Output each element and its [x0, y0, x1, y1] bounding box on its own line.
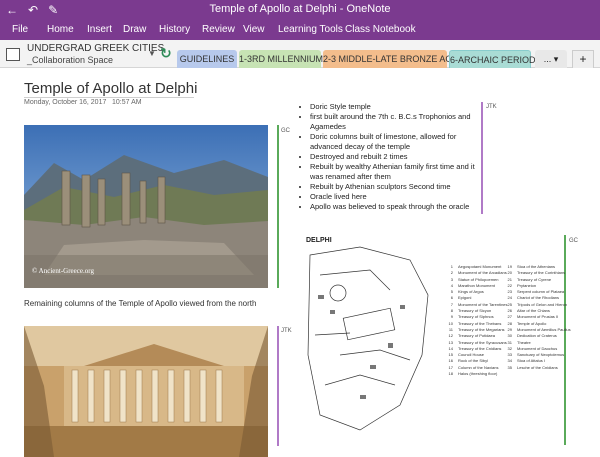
list-item[interactable]: Oracle lived here [310, 192, 480, 202]
tab-insert[interactable]: Insert [87, 24, 112, 35]
site-plan-drawing [300, 235, 440, 441]
window-title: Temple of Apollo at Delphi - OneNote [209, 3, 391, 15]
title-underline [24, 97, 194, 98]
page-date: Monday, October 16, 2017 [24, 99, 107, 106]
ribbon-tabs: File Home Insert Draw History Review Vie… [0, 20, 600, 40]
page-title[interactable]: Temple of Apollo at Delphi [24, 80, 197, 97]
list-item[interactable]: Doric columns built of limestone, allowe… [310, 132, 480, 152]
photo-watermark: © Ancient-Greece.org [32, 267, 94, 275]
list-item[interactable]: Rebuilt by Athenian sculptors Second tim… [310, 182, 480, 192]
page-time: 10:57 AM [112, 99, 142, 106]
notes-list[interactable]: Doric Style temple first built around th… [300, 102, 480, 212]
author-tag-gc: GC [281, 128, 290, 134]
tab-draw[interactable]: Draw [123, 24, 146, 35]
section-tab-1-3rd-millennium[interactable]: 1-3RD MILLENNIUM [239, 50, 323, 68]
add-section-button[interactable]: + [572, 50, 594, 68]
map-title: DELPHI [306, 237, 332, 244]
more-sections-button[interactable]: ... ▾ [535, 50, 567, 68]
legend-item: Halos (threshing floor) [458, 371, 498, 377]
more-sections-label: ... [543, 54, 552, 64]
author-tag-jtk-notes: JTK [486, 104, 497, 110]
list-item[interactable]: Doric Style temple [310, 102, 480, 112]
list-item[interactable]: first built around the 7th c. B.C.s Trop… [310, 112, 480, 132]
map-legend-left: 1 Aegospotami Monument 2 Monument of the A… [448, 264, 508, 377]
tab-home[interactable]: Home [47, 24, 74, 35]
author-bar-gc [277, 125, 279, 288]
author-tag-jtk: JTK [281, 328, 292, 334]
page-canvas[interactable]: Temple of Apollo at Delphi Monday, Octob… [0, 68, 600, 457]
tab-review[interactable]: Review [202, 24, 235, 35]
notebook-name[interactable]: UNDERGRAD GREEK CITIES [27, 43, 164, 54]
reconstruction-image [24, 326, 268, 457]
title-bar: ← ↶ ✎ Temple of Apollo at Delphi - OneNo… [0, 0, 600, 20]
section-tab-archaic-period[interactable]: 6-ARCHAIC PERIOD [449, 50, 536, 68]
list-item[interactable]: Destroyed and rebuilt 2 times [310, 152, 480, 162]
tab-view[interactable]: View [243, 24, 265, 35]
tab-learning-tools[interactable]: Learning Tools [278, 24, 343, 35]
section-tab-guidelines[interactable]: GUIDELINES [177, 50, 237, 68]
tab-class-notebook[interactable]: Class Notebook [345, 24, 416, 35]
section-group-name[interactable]: _Collaboration Space [27, 55, 113, 65]
photo-caption[interactable]: Remaining columns of the Temple of Apoll… [24, 299, 256, 308]
author-bar-jtk [277, 326, 279, 446]
legend-item: Lesche of the Cnidians [517, 364, 558, 370]
chevron-down-icon[interactable]: ▼ [148, 49, 156, 58]
map-legend-right: 19 Stoa of the Athenians 20 Treasury of th… [507, 264, 571, 370]
tab-file[interactable]: File [12, 24, 28, 35]
temple-ruins-image: © Ancient-Greece.org [24, 125, 268, 288]
tab-history[interactable]: History [159, 24, 190, 35]
notebook-icon[interactable] [6, 48, 20, 61]
list-item[interactable]: Rebuilt by wealthy Athenian family first… [310, 162, 480, 182]
author-bar-jtk-notes [481, 102, 483, 214]
sync-icon[interactable]: ↻ [160, 45, 172, 62]
list-item[interactable]: Apollo was believed to speak through the… [310, 202, 480, 212]
temple-ruins-photo[interactable]: © Ancient-Greece.org [24, 125, 268, 288]
temple-reconstruction-painting[interactable] [24, 326, 268, 457]
author-tag-gc-map: GC [569, 238, 578, 244]
section-tab-middle-late-bronze-age[interactable]: 2-3 MIDDLE-LATE BRONZE AGE [323, 50, 458, 68]
